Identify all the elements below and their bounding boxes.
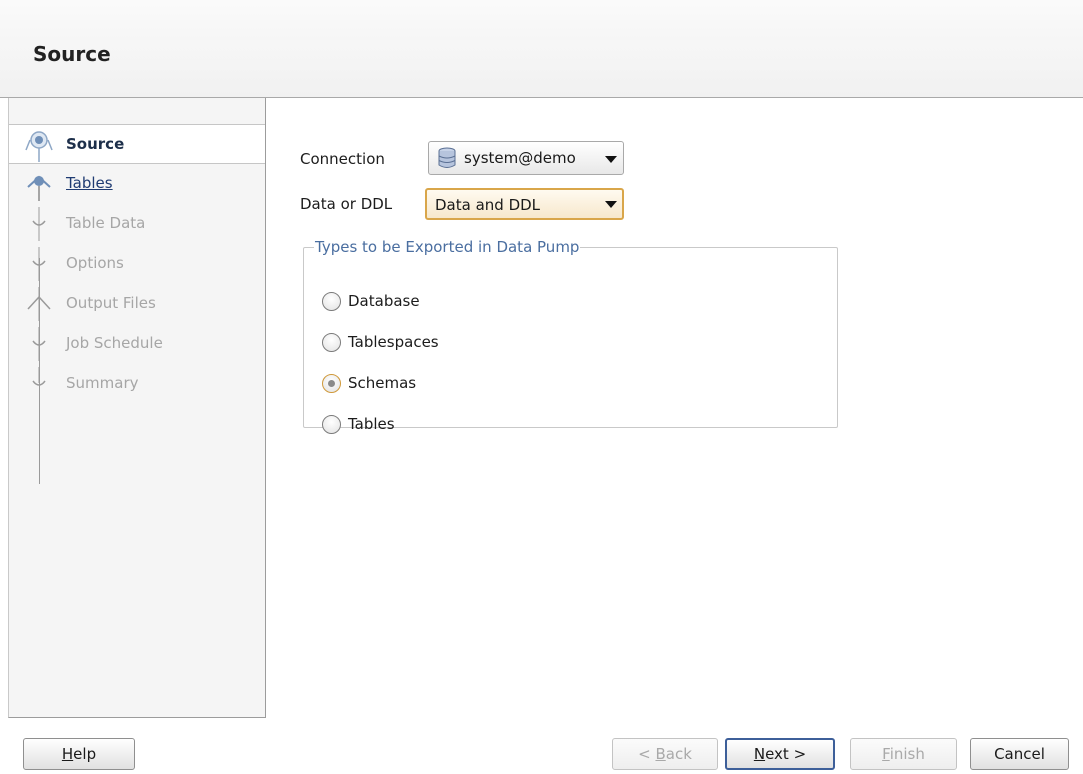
radio-label: Tablespaces <box>348 333 439 351</box>
branch-step-icon <box>27 287 51 321</box>
back-prefix: < <box>638 745 656 763</box>
radio-label: Schemas <box>348 374 417 392</box>
next-label: ext > <box>765 745 807 763</box>
step-summary: Summary <box>9 364 265 404</box>
active-step-icon <box>25 131 53 162</box>
step-label: Job Schedule <box>66 334 163 352</box>
step-label: Source <box>66 135 125 153</box>
wizard-header: Source <box>0 0 1083 98</box>
radio-button[interactable] <box>322 333 341 352</box>
finish-button[interactable]: Finish <box>850 738 957 770</box>
step-tables[interactable]: Tables <box>9 164 265 204</box>
help-label: elp <box>73 745 97 763</box>
step-source[interactable]: Source <box>9 124 265 164</box>
database-icon <box>438 147 456 168</box>
export-types-title: Types to be Exported in Data Pump <box>315 238 580 256</box>
wizard-steps-panel: Source Tables Table Data Options Output … <box>8 98 266 718</box>
step-label: Table Data <box>66 214 146 232</box>
radio-label: Database <box>348 292 420 310</box>
wizard-content: Connection system@demo Data or DDL Data … <box>265 98 1083 717</box>
step-label: Output Files <box>66 294 156 312</box>
wizard-footer: Help < Back Next > Finish Cancel <box>0 717 1083 774</box>
next-mnemonic: N <box>753 745 766 763</box>
finish-mnemonic: F <box>882 745 890 763</box>
radio-button[interactable] <box>322 292 341 311</box>
step-job-schedule: Job Schedule <box>9 324 265 364</box>
radio-button[interactable] <box>322 415 341 434</box>
export-types-group: Types to be Exported in Data Pump Databa… <box>303 238 838 434</box>
dropdown-caret-icon <box>605 156 617 163</box>
back-mnemonic: B <box>655 745 666 763</box>
data-or-ddl-select[interactable]: Data and DDL <box>425 188 624 220</box>
step-output-files: Output Files <box>9 284 265 324</box>
final-step-icon <box>32 367 46 386</box>
connection-select[interactable]: system@demo <box>428 141 624 175</box>
data-or-ddl-value: Data and DDL <box>435 196 541 214</box>
finish-label: inish <box>889 745 925 763</box>
help-button[interactable]: Help <box>23 738 135 770</box>
step-label: Tables <box>66 174 113 192</box>
step-label: Options <box>66 254 124 272</box>
dropdown-caret-icon <box>605 201 617 208</box>
radio-button-selected[interactable] <box>322 374 341 393</box>
data-or-ddl-label: Data or DDL <box>300 195 393 213</box>
next-button[interactable]: Next > <box>725 738 835 770</box>
pending-step-icon <box>32 207 46 241</box>
next-step-icon <box>27 175 51 201</box>
connection-label: Connection <box>300 150 385 168</box>
step-table-data: Table Data <box>9 204 265 244</box>
cancel-button[interactable]: Cancel <box>970 738 1069 770</box>
pending-step-icon <box>32 247 46 281</box>
pending-step-icon <box>32 327 46 361</box>
radio-label: Tables <box>348 415 395 433</box>
help-mnemonic: H <box>61 745 74 763</box>
connection-value: system@demo <box>464 149 576 167</box>
page-title: Source <box>33 42 111 66</box>
step-label: Summary <box>66 374 139 392</box>
back-label: ack <box>665 745 692 763</box>
back-button[interactable]: < Back <box>612 738 718 770</box>
step-options: Options <box>9 244 265 284</box>
